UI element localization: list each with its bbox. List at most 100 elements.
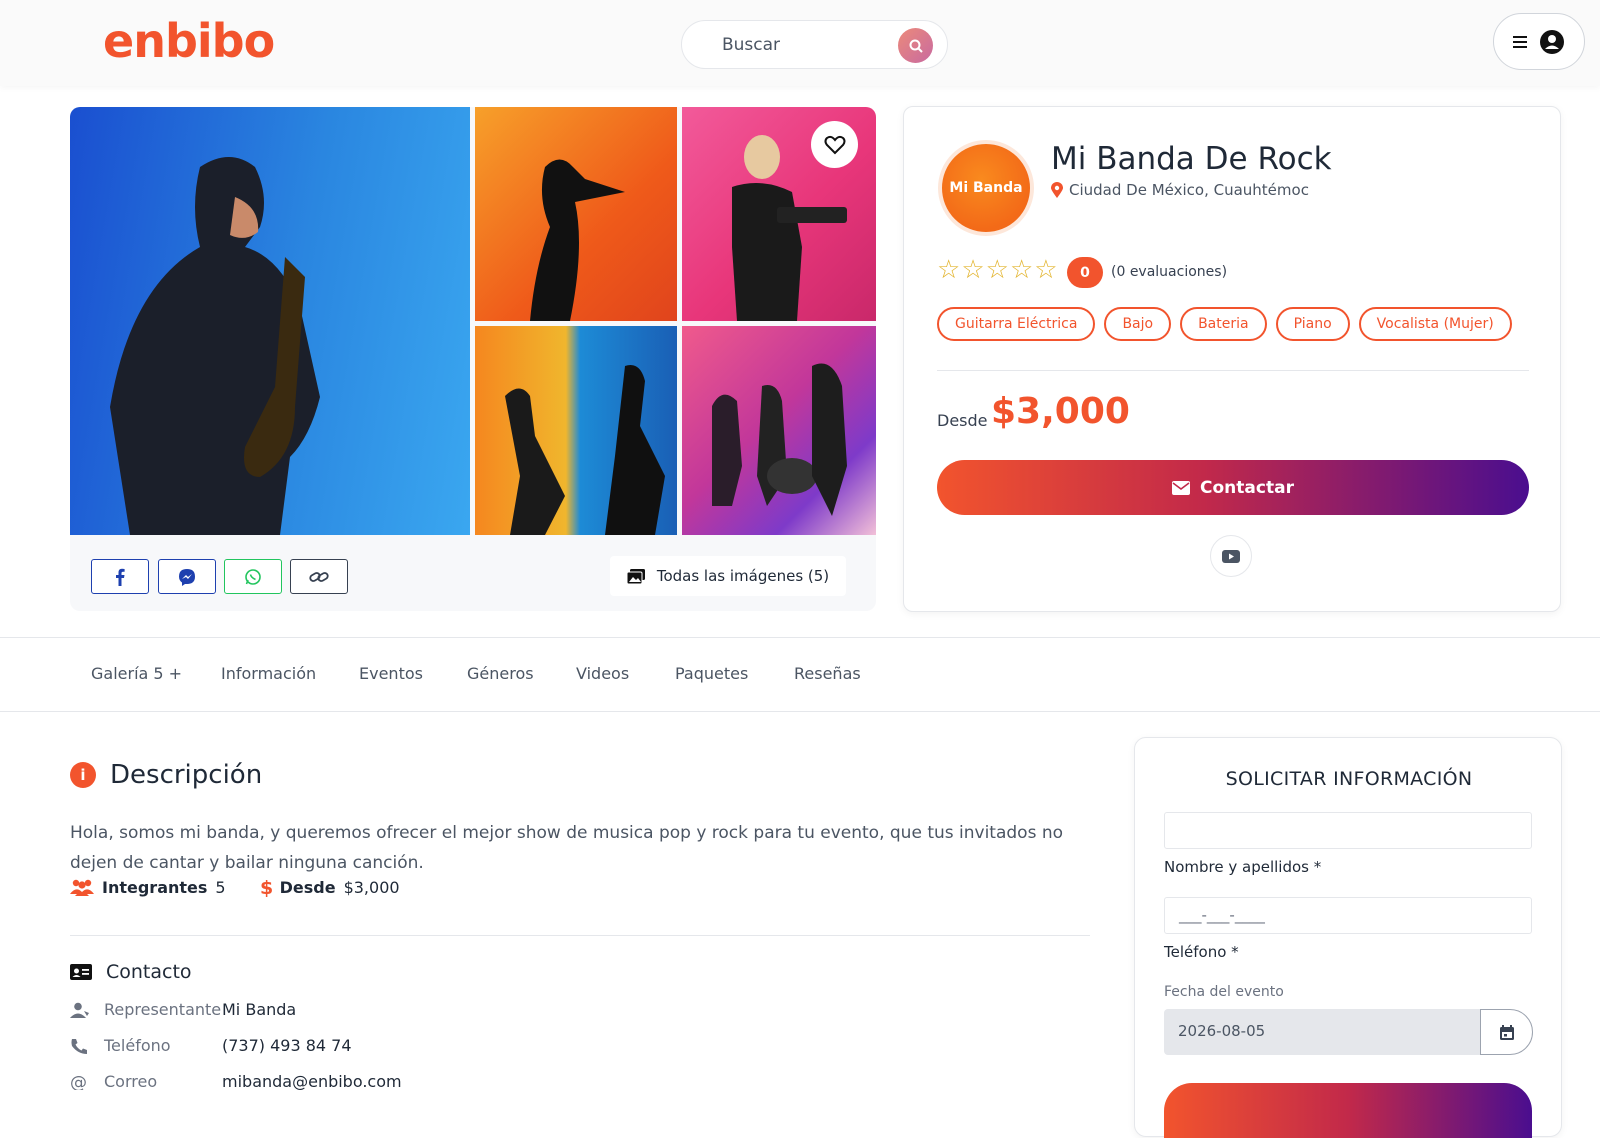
submit-button[interactable] (1164, 1083, 1532, 1138)
date-label: Fecha del evento (1164, 984, 1284, 1000)
tab-informacion[interactable]: Información (221, 664, 316, 683)
tag-piano[interactable]: Piano (1275, 307, 1350, 341)
copy-link-button[interactable] (290, 559, 348, 594)
star-icon: ☆ (1034, 255, 1058, 285)
description-title: Descripción (110, 760, 263, 790)
section-tabs: Galería 5 + Información Eventos Géneros … (0, 637, 1600, 712)
tab-generos[interactable]: Géneros (467, 664, 534, 683)
gallery-image-4[interactable] (475, 326, 677, 535)
users-icon (70, 879, 94, 896)
tab-videos[interactable]: Videos (576, 664, 629, 683)
tag-bateria[interactable]: Bateria (1180, 307, 1267, 341)
share-whatsapp-button[interactable] (224, 559, 282, 594)
user-menu-button[interactable] (1493, 13, 1585, 70)
logo[interactable]: enbibo (103, 14, 275, 68)
star-icon: ☆ (937, 255, 961, 285)
tag-guitarra[interactable]: Guitarra Eléctrica (937, 307, 1096, 341)
search-bar[interactable]: Buscar (681, 20, 948, 69)
tab-eventos[interactable]: Eventos (359, 664, 423, 683)
gallery-image-5[interactable] (682, 326, 876, 535)
messenger-icon (179, 568, 195, 586)
contact-row-telefono: Teléfono (737) 493 84 74 (70, 1036, 352, 1055)
tag-bajo[interactable]: Bajo (1104, 307, 1172, 341)
dollar-icon: $ (260, 877, 272, 897)
search-button[interactable] (898, 28, 933, 63)
band-facts: Integrantes 5 $ Desde $3,000 (70, 877, 400, 897)
calendar-icon (1499, 1024, 1514, 1040)
reviews-count[interactable]: (0 evaluaciones) (1111, 264, 1227, 280)
contact-row-representante: Representante Mi Banda (70, 1000, 296, 1019)
contact-label: Representante (104, 1000, 222, 1019)
location-text: Ciudad De México, Cuauhtémoc (1069, 181, 1309, 199)
header: enbibo Buscar (0, 0, 1600, 86)
star-icon: ☆ (985, 255, 1009, 285)
share-messenger-button[interactable] (158, 559, 216, 594)
members-value: 5 (215, 877, 226, 897)
whatsapp-icon (245, 568, 261, 585)
images-icon (626, 568, 645, 584)
contact-button[interactable]: Contactar (937, 460, 1529, 515)
id-card-icon (70, 964, 92, 980)
tag-vocalista[interactable]: Vocalista (Mujer) (1358, 307, 1512, 341)
gallery-image-main[interactable] (70, 107, 470, 535)
gallery-image-2[interactable] (475, 107, 677, 321)
page-title: Mi Banda De Rock (1051, 141, 1332, 177)
phone-field[interactable]: ___-___-____ (1164, 897, 1532, 934)
description-text: Hola, somos mi banda, y queremos ofrecer… (70, 823, 1064, 873)
all-images-label: Todas las imágenes (5) (656, 567, 830, 585)
search-icon (909, 39, 923, 53)
contact-label: Teléfono (104, 1036, 171, 1055)
from-value: $3,000 (343, 877, 400, 897)
location: Ciudad De México, Cuauhtémoc (1051, 181, 1309, 199)
contact-button-label: Contactar (1200, 477, 1294, 498)
tab-galeria[interactable]: Galería 5 + (91, 664, 182, 683)
hamburger-icon (1513, 35, 1527, 48)
rating-badge: 0 (1067, 257, 1103, 288)
phone-label: Teléfono * (1164, 943, 1239, 961)
request-info-form: SOLICITAR INFORMACIÓN Nombre y apellidos… (1134, 737, 1562, 1138)
svg-text:$: $ (260, 877, 272, 897)
video-button[interactable] (1210, 535, 1252, 577)
photo-gallery: Todas las imágenes (5) (70, 107, 876, 611)
profile-card: Mi Banda Mi Banda De Rock Ciudad De Méxi… (903, 106, 1561, 612)
user-tie-icon (70, 1002, 89, 1018)
share-facebook-button[interactable] (91, 559, 149, 594)
event-date-field[interactable]: 2026-08-05 (1164, 1009, 1480, 1055)
tab-resenas[interactable]: Reseñas (794, 664, 861, 683)
star-icon: ☆ (961, 255, 985, 285)
all-images-button[interactable]: Todas las imágenes (5) (610, 556, 846, 596)
youtube-icon (1222, 549, 1240, 563)
search-input[interactable]: Buscar (722, 35, 780, 55)
contact-value[interactable]: (737) 493 84 74 (222, 1036, 352, 1055)
date-picker-button[interactable] (1480, 1009, 1533, 1055)
star-icon: ☆ (1009, 255, 1034, 285)
envelope-icon (1172, 480, 1191, 495)
at-icon: @ (70, 1074, 87, 1090)
svg-text:@: @ (70, 1074, 87, 1090)
price: $3,000 (991, 391, 1130, 432)
phone-icon (71, 1038, 87, 1054)
star-rating: ☆ ☆ ☆ ☆ ☆ (937, 257, 1058, 283)
name-label: Nombre y apellidos * (1164, 858, 1322, 876)
members-label: Integrantes (102, 877, 208, 897)
user-avatar-icon (1540, 29, 1564, 54)
name-field[interactable] (1164, 812, 1532, 849)
instrument-tags: Guitarra Eléctrica Bajo Bateria Piano Vo… (937, 307, 1512, 341)
avatar: Mi Banda (938, 140, 1034, 236)
event-date-value: 2026-08-05 (1178, 1022, 1266, 1040)
link-icon (309, 571, 329, 582)
contact-title: Contacto (106, 961, 192, 983)
favorite-button[interactable] (811, 121, 858, 168)
tab-paquetes[interactable]: Paquetes (675, 664, 748, 683)
contact-row-correo: @ Correo mibanda@enbibo.com (70, 1072, 402, 1091)
from-label: Desde (279, 877, 336, 897)
info-icon: i (70, 762, 96, 788)
contact-header: Contacto (70, 961, 192, 983)
phone-placeholder: ___-___-____ (1179, 906, 1265, 924)
contact-label: Correo (104, 1072, 158, 1091)
divider (70, 935, 1090, 936)
contact-value[interactable]: mibanda@enbibo.com (222, 1072, 402, 1091)
price-prefix: Desde (937, 411, 988, 430)
heart-icon (824, 135, 845, 154)
description-header: i Descripción (70, 760, 262, 790)
